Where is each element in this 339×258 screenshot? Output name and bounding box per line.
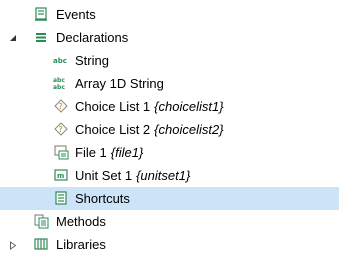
tree-item-label: Methods <box>56 214 106 229</box>
svg-text:?: ? <box>59 102 63 111</box>
tree-item-label: Array 1D String <box>75 76 164 91</box>
choice-list-icon: ? <box>54 99 68 113</box>
tree-item-label: String <box>75 53 109 68</box>
tree-item-tag: {choicelist1} <box>154 99 224 114</box>
unit-set-icon: m <box>54 168 68 182</box>
tree-item-label: Declarations <box>56 30 129 45</box>
array-string-icon: abc abc <box>53 76 67 90</box>
declarations-icon <box>34 30 48 44</box>
collapse-arrow-icon[interactable] <box>8 33 18 43</box>
svg-text:?: ? <box>59 125 63 134</box>
tree-item-methods[interactable]: Methods <box>0 210 339 233</box>
shortcuts-icon <box>54 191 68 205</box>
tree-item-choice-list-2[interactable]: ? Choice List 2 {choicelist2} <box>0 118 339 141</box>
tree-item-label: Libraries <box>56 237 106 252</box>
tree-item-string[interactable]: abc String <box>0 49 339 72</box>
tree-item-choice-list-1[interactable]: ? Choice List 1 {choicelist1} <box>0 95 339 118</box>
methods-icon <box>34 214 49 229</box>
tree-item-label: Events <box>56 7 96 22</box>
tree-item-shortcuts[interactable]: Shortcuts <box>0 187 339 210</box>
tree-item-label: Unit Set 1 <box>75 168 133 183</box>
tree-item-libraries[interactable]: Libraries <box>0 233 339 256</box>
tree-item-events[interactable]: Events <box>0 3 339 26</box>
file-icon <box>54 145 69 160</box>
tree-item-file-1[interactable]: File 1 {file1} <box>0 141 339 164</box>
svg-text:abc: abc <box>53 57 67 65</box>
tree-item-declarations[interactable]: Declarations <box>0 26 339 49</box>
tree-item-unit-set-1[interactable]: m Unit Set 1 {unitset1} <box>0 164 339 187</box>
tree-item-tag: {file1} <box>110 145 144 160</box>
string-icon: abc <box>53 53 67 67</box>
tree-item-tag: {choicelist2} <box>154 122 224 137</box>
choice-list-icon: ? <box>54 122 68 136</box>
svg-text:m: m <box>57 172 64 180</box>
tree-item-label: Choice List 1 <box>75 99 151 114</box>
tree-item-label: Choice List 2 <box>75 122 151 137</box>
tree-item-array-1d-string[interactable]: abc abc Array 1D String <box>0 72 339 95</box>
tree-item-label: File 1 <box>75 145 107 160</box>
libraries-icon <box>34 237 48 251</box>
svg-text:abc: abc <box>53 84 65 90</box>
events-icon <box>34 7 48 21</box>
tree-item-tag: {unitset1} <box>136 168 191 183</box>
tree-item-label: Shortcuts <box>75 191 130 206</box>
expand-arrow-icon[interactable] <box>8 240 18 250</box>
svg-text:abc: abc <box>53 77 65 84</box>
